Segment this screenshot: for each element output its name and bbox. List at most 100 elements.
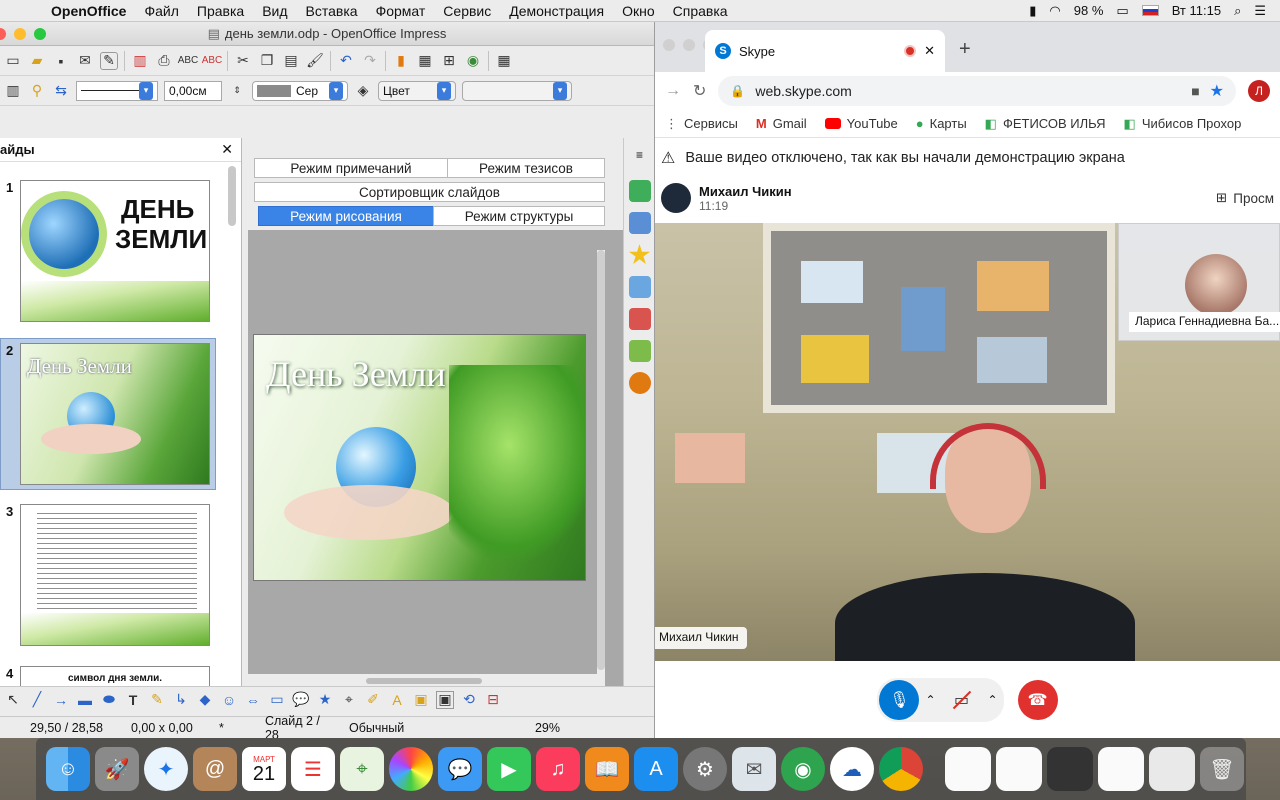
symbol-shapes-icon[interactable]: ☺ xyxy=(220,691,238,709)
area-style-select[interactable]: Цвет ▾ xyxy=(378,80,456,101)
edit-file-icon[interactable]: ✎ xyxy=(100,51,118,70)
master-pages-icon[interactable] xyxy=(628,212,651,234)
layouts-icon[interactable] xyxy=(628,340,651,362)
edit-horizontal-scrollbar[interactable] xyxy=(366,678,482,684)
slide-thumbnail-3[interactable] xyxy=(20,504,210,646)
minimized-window-thumbnail[interactable] xyxy=(945,747,991,791)
area-fill-select[interactable]: ▾ xyxy=(462,80,572,101)
email-icon[interactable]: ✉ xyxy=(76,52,94,70)
spellcheck-icon[interactable]: ABC xyxy=(178,52,199,70)
fontwork-icon[interactable]: A xyxy=(388,691,406,709)
modified-indicator[interactable]: * xyxy=(211,721,257,735)
reload-icon[interactable]: ↻ xyxy=(693,81,706,101)
undo-icon[interactable]: ↶ xyxy=(337,52,355,70)
gallery-toggle-icon[interactable]: ▣ xyxy=(436,690,454,709)
preview-icon[interactable]: ✉ xyxy=(732,747,776,791)
minimized-window-thumbnail[interactable] xyxy=(1047,747,1093,791)
from-file-icon[interactable]: ▣ xyxy=(412,691,430,709)
menu-format[interactable]: Формат xyxy=(367,3,435,19)
menu-view[interactable]: Вид xyxy=(253,3,296,19)
contacts-icon[interactable]: @ xyxy=(193,747,237,791)
maps-icon[interactable]: ⌖ xyxy=(340,747,384,791)
system-preferences-icon[interactable]: ⚙ xyxy=(683,747,727,791)
input-language-flag-icon[interactable] xyxy=(1141,5,1159,16)
slide-thumbnail-2[interactable]: День Земли xyxy=(20,343,210,485)
connector-tool-icon[interactable]: ↳ xyxy=(172,691,190,709)
bookmark-fetisov[interactable]: ◧ ФЕТИСОВ ИЛЬЯ xyxy=(985,116,1106,132)
line-tool-icon[interactable]: ╱ xyxy=(28,691,46,709)
effects-icon[interactable]: ⟲ xyxy=(460,691,478,709)
zoom-window-icon[interactable] xyxy=(34,28,46,40)
battery-icon[interactable]: ▭ xyxy=(1116,3,1128,19)
signal-icon[interactable]: ▮ xyxy=(1029,3,1036,19)
new-document-icon[interactable]: ▭ xyxy=(4,52,22,70)
display-grid-icon[interactable]: ⊞ xyxy=(440,52,458,70)
menu-tools[interactable]: Сервис xyxy=(434,3,500,19)
camera-options-chevron-icon[interactable]: ⌃ xyxy=(988,693,998,707)
print-icon[interactable]: ⎙ xyxy=(155,52,173,70)
bookmark-youtube[interactable]: YouTube xyxy=(824,116,898,131)
menu-help[interactable]: Справка xyxy=(664,3,737,19)
edit-vertical-scrollbar[interactable] xyxy=(597,250,605,670)
curve-tool-icon[interactable]: ✎ xyxy=(148,691,166,709)
navigator-compass-icon[interactable] xyxy=(628,372,651,394)
close-window-icon[interactable] xyxy=(0,28,6,40)
text-tool-icon[interactable]: T xyxy=(124,691,142,709)
safari-icon[interactable]: ✦ xyxy=(144,747,188,791)
end-call-button[interactable]: ☎ xyxy=(1017,679,1058,720)
forward-icon[interactable]: → xyxy=(665,82,681,100)
clock[interactable]: Вт 11:15 xyxy=(1172,3,1221,18)
menu-edit[interactable]: Правка xyxy=(188,3,253,19)
tab-slide-sorter[interactable]: Сортировщик слайдов xyxy=(254,182,605,202)
finder-icon[interactable]: ☺ xyxy=(46,747,90,791)
menu-insert[interactable]: Вставка xyxy=(297,3,367,19)
close-pane-icon[interactable]: ✕ xyxy=(221,141,233,158)
menu-window[interactable]: Окно xyxy=(613,3,664,19)
address-bar[interactable]: 🔒 web.skype.com ■ ★ xyxy=(718,76,1236,106)
profile-avatar[interactable]: Л xyxy=(1248,80,1270,102)
mic-button[interactable]: 🎙 xyxy=(879,679,920,720)
mic-options-chevron-icon[interactable]: ⌃ xyxy=(925,693,935,707)
menu-app-name[interactable]: OpenOffice xyxy=(42,3,135,19)
minimized-window-thumbnail[interactable] xyxy=(1098,747,1144,791)
openoffice-icon[interactable]: ☁ xyxy=(830,747,874,791)
menu-slideshow[interactable]: Демонстрация xyxy=(500,3,613,19)
tab-drawing[interactable]: Режим рисования xyxy=(258,206,434,226)
new-tab-icon[interactable]: + xyxy=(959,38,971,61)
app-store-icon[interactable]: A xyxy=(634,747,678,791)
close-tab-icon[interactable]: ✕ xyxy=(924,43,935,59)
tab-notes[interactable]: Режим примечаний xyxy=(254,158,448,178)
tab-skype[interactable]: S Skype ✕ xyxy=(705,30,945,72)
alignment-icon[interactable]: ⊟ xyxy=(484,691,502,709)
custom-animation-icon[interactable] xyxy=(628,244,651,265)
line-style-select[interactable]: ▾ xyxy=(76,80,158,101)
callouts-icon[interactable]: 💬 xyxy=(292,691,310,709)
arrow-icon[interactable]: ⇆ xyxy=(52,82,70,100)
slide-transition-icon[interactable] xyxy=(628,276,651,298)
slides-scrollbar[interactable] xyxy=(228,166,236,226)
glue-points-icon[interactable]: ✐ xyxy=(364,691,382,709)
current-slide[interactable]: День Земли xyxy=(253,334,586,581)
gallery-icon[interactable] xyxy=(628,308,651,330)
minimized-window-thumbnail[interactable] xyxy=(996,747,1042,791)
copy-icon[interactable]: ❐ xyxy=(258,52,276,70)
calendar-icon[interactable]: МАРТ 21 xyxy=(242,747,286,791)
line-width-field[interactable]: 0,00см xyxy=(164,80,222,101)
redo-icon[interactable]: ↷ xyxy=(361,52,379,70)
slide-layout-icon[interactable]: ▦ xyxy=(495,52,513,70)
properties-icon[interactable] xyxy=(628,180,651,202)
line-width-stepper-icon[interactable]: ⇕ xyxy=(228,82,246,100)
arrow-style-icon[interactable]: ⚲ xyxy=(28,82,46,100)
battery-percent[interactable]: 98 % xyxy=(1074,3,1104,18)
save-icon[interactable]: ▪ xyxy=(52,52,70,70)
block-arrows-icon[interactable]: ⇔ xyxy=(244,691,262,709)
ellipse-tool-icon[interactable]: ⬬ xyxy=(100,691,118,709)
export-pdf-icon[interactable]: ▥ xyxy=(131,52,149,70)
wifi-icon[interactable]: ◠ xyxy=(1049,3,1060,19)
spotlight-search-icon[interactable]: ⌕ xyxy=(1234,3,1241,19)
menu-file[interactable]: Файл xyxy=(135,3,187,19)
open-folder-icon[interactable]: ▰ xyxy=(28,52,46,70)
slide-title[interactable]: День Земли xyxy=(266,353,446,395)
chrome-icon[interactable] xyxy=(879,747,923,791)
reminders-icon[interactable]: ☰ xyxy=(291,747,335,791)
